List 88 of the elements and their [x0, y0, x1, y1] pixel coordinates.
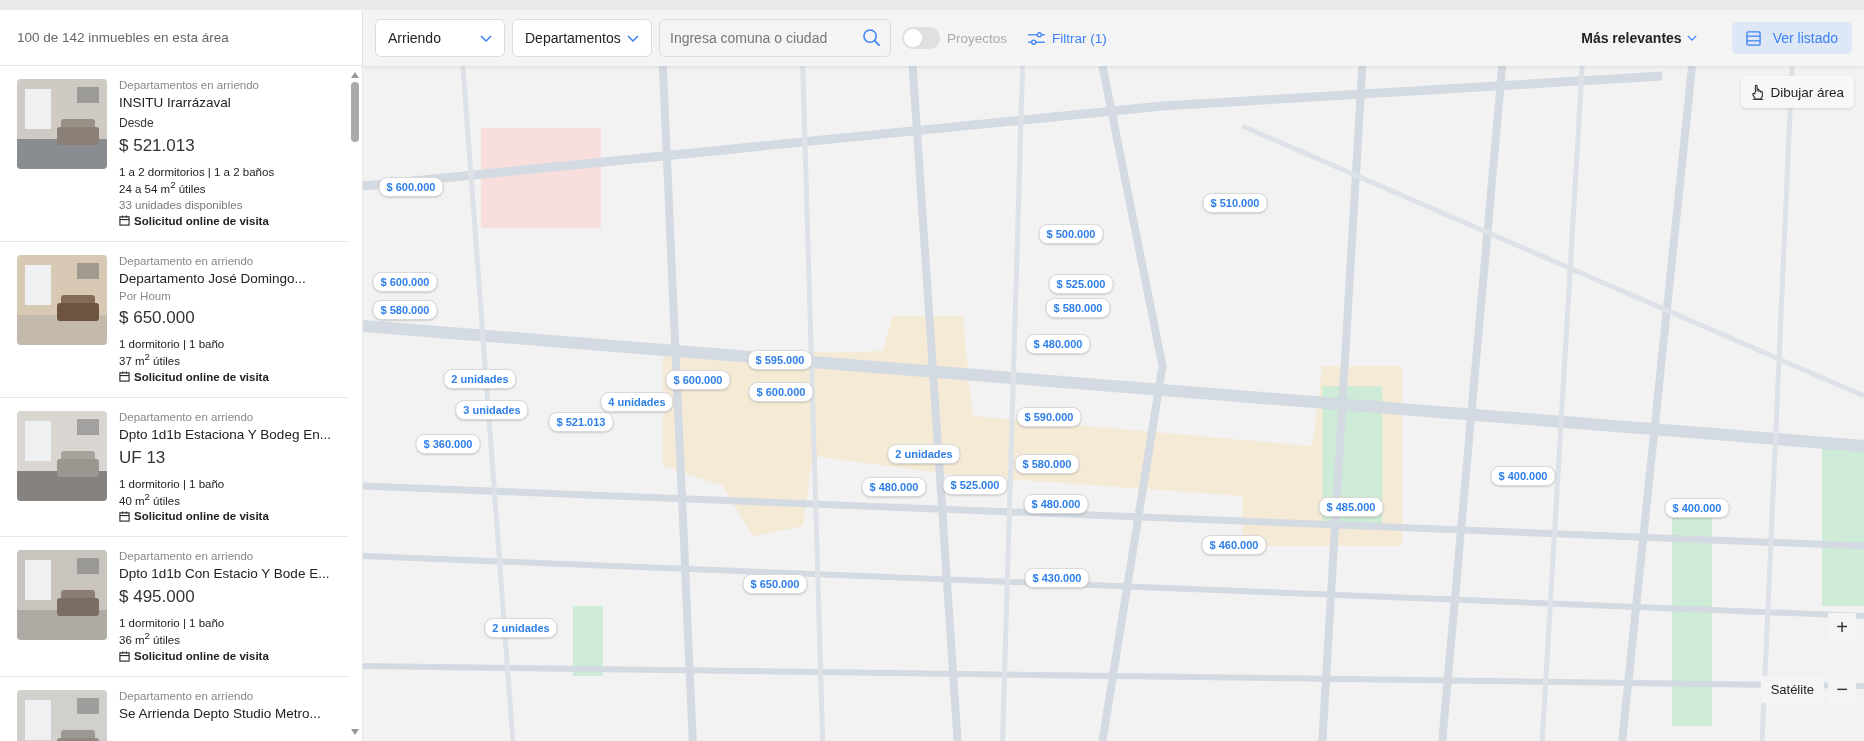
price-pin[interactable]: $ 580.000 [1014, 454, 1080, 474]
visit-request-label: Solicitud online de visita [134, 370, 269, 383]
price-pin[interactable]: $ 600.000 [372, 272, 438, 292]
listing-title: Dpto 1d1b Con Estacio Y Bode E... [119, 566, 330, 582]
results-count: 100 de 142 inmuebles en esta área [0, 10, 362, 66]
listing-category: Departamento en arriendo [119, 690, 255, 703]
price-pin[interactable]: $ 600.000 [665, 370, 731, 390]
price-pin[interactable]: $ 595.000 [747, 350, 813, 370]
listing-card[interactable]: Departamento en arriendo Dpto 1d1b Estaciona Y Bodeg En... UF 13 1 dormitorio | 1 baño 40 m$^{2}$ útiles Solicitud online de visita [0, 397, 348, 538]
rooms-info: 1 a 2 dormitorios | 1 a 2 baños [119, 166, 275, 178]
chevron-down-icon [1686, 35, 1697, 41]
filter-button[interactable]: Filtrar (1) [1024, 26, 1111, 50]
price-pin[interactable]: 2 unidades [887, 444, 961, 464]
price-pin[interactable]: $ 480.000 [1025, 334, 1091, 354]
toggle-label: Proyectos [947, 30, 1008, 46]
listing-card[interactable]: Departamento en arriendo Departamento José Domingo... Por Houm $ 650.000 1 dormitorio | 1 baño 37 m$^{2}$ útiles Solicitud online de visita [0, 241, 348, 398]
scroll-down-icon[interactable] [351, 729, 359, 735]
area-info: 36 m$^{2}$ útiles [119, 630, 181, 647]
listing-category: Departamento en arriendo [119, 410, 255, 423]
area-info: 40 m$^{2}$ útiles [119, 490, 181, 507]
listing-category: Departamentos en arriendo [119, 79, 260, 91]
listing-category: Departamento en arriendo [119, 550, 255, 563]
rooms-info: 1 dormitorio | 1 baño [119, 477, 226, 490]
listing-title: INSITU Irarrázaval [119, 95, 232, 110]
satellite-button[interactable]: Satélite [1760, 676, 1824, 703]
chevron-down-icon [627, 34, 639, 42]
listing-price: $ 650.000 [119, 307, 196, 328]
price-pin[interactable]: 2 unidades [484, 618, 558, 638]
price-pin[interactable]: $ 460.000 [1201, 535, 1267, 555]
visit-request-label: Solicitud online de visita [134, 214, 269, 227]
price-pin[interactable]: 3 unidades [455, 400, 529, 420]
publisher-name: Por Houm [119, 289, 172, 302]
listing-price: $ 521.013 [119, 136, 196, 156]
listing-title: Dpto 1d1b Estaciona Y Bodeg En... [119, 426, 331, 442]
listing-card[interactable]: Departamentos en arriendo INSITU Irarrázaval Desde $ 521.013 1 a 2 dormitorios | 1 a 2 baños 24 a 54 m$^{2}$ útiles 33 unidades disponibles Solicitud online de visita [0, 66, 348, 242]
price-pin[interactable]: $ 600.000 [378, 177, 444, 197]
price-pin[interactable]: $ 580.000 [1045, 298, 1111, 318]
list-icon [1745, 30, 1761, 46]
rooms-info: 1 dormitorio | 1 baño [119, 337, 226, 350]
price-pin[interactable]: $ 521.013 [548, 412, 614, 432]
search-icon[interactable] [862, 28, 881, 47]
scroll-up-icon[interactable] [351, 72, 359, 78]
visit-request-label: Solicitud online de visita [134, 650, 269, 663]
price-pin[interactable]: $ 485.000 [1318, 497, 1384, 517]
calendar-icon [119, 371, 130, 383]
price-pin[interactable]: $ 500.000 [1038, 224, 1104, 244]
price-pin[interactable]: $ 525.000 [1048, 274, 1114, 294]
listing-card[interactable]: Departamento en arriendo Dpto 1d1b Con Estacio Y Bode E... $ 495.000 1 dormitorio | 1 baño 36 m$^{2}$ útiles Solicitud online de visita [0, 537, 348, 678]
sliders-icon [1028, 31, 1046, 45]
price-pin[interactable]: $ 590.000 [1016, 407, 1082, 427]
toggle-switch[interactable] [902, 27, 940, 49]
calendar-icon [119, 215, 130, 227]
rooms-info: 1 dormitorio | 1 baño [119, 617, 226, 630]
price-pin[interactable]: $ 510.000 [1202, 193, 1268, 213]
price-pin[interactable]: $ 360.000 [415, 434, 481, 454]
price-pin[interactable]: $ 650.000 [742, 574, 808, 594]
listing-title: Departamento José Domingo... [119, 270, 306, 286]
price-pin[interactable]: $ 430.000 [1024, 568, 1090, 588]
property-type-dropdown[interactable]: Departamentos [512, 19, 652, 57]
area-info: 24 a 54 m$^{2}$ útiles [119, 179, 207, 195]
visit-request-label: Solicitud online de visita [134, 510, 269, 523]
price-pin[interactable]: 4 unidades [600, 392, 674, 412]
price-pin[interactable]: $ 480.000 [1023, 494, 1089, 514]
hand-pointer-icon [1751, 84, 1766, 100]
listing-category: Departamento en arriendo [119, 254, 255, 267]
draw-area-button[interactable]: Dibujar área [1741, 76, 1854, 108]
price-pin[interactable]: $ 480.000 [861, 477, 927, 497]
view-list-button[interactable]: Ver listado [1731, 22, 1852, 54]
listing-price: UF 13 [119, 447, 167, 468]
listing-price: $ 495.000 [119, 587, 196, 608]
price-pin[interactable]: $ 580.000 [372, 300, 438, 320]
area-info: 37 m$^{2}$ útiles [119, 350, 181, 367]
listing-title: Se Arrienda Depto Studio Metro... [119, 706, 321, 722]
operation-dropdown[interactable]: Arriendo [375, 19, 505, 57]
chevron-down-icon [480, 34, 492, 42]
search-field[interactable]: Ingresa comuna o ciudad [659, 19, 891, 57]
price-pin[interactable]: $ 525.000 [942, 475, 1008, 495]
price-prefix: Desde [119, 116, 155, 130]
calendar-icon [119, 511, 130, 522]
calendar-icon [119, 650, 130, 662]
price-pin[interactable]: 2 unidades [443, 369, 517, 389]
sort-dropdown[interactable]: Más relevantes [1577, 26, 1701, 50]
price-pin[interactable]: $ 600.000 [748, 382, 814, 402]
scrollbar-thumb[interactable] [351, 82, 359, 142]
listing-card[interactable]: Departamento en arriendo Se Arrienda Depto Studio Metro... [0, 677, 348, 741]
units-available: 33 unidades disponibles [119, 198, 244, 211]
price-pin[interactable]: $ 400.000 [1490, 466, 1556, 486]
price-pin[interactable]: $ 400.000 [1664, 498, 1730, 518]
